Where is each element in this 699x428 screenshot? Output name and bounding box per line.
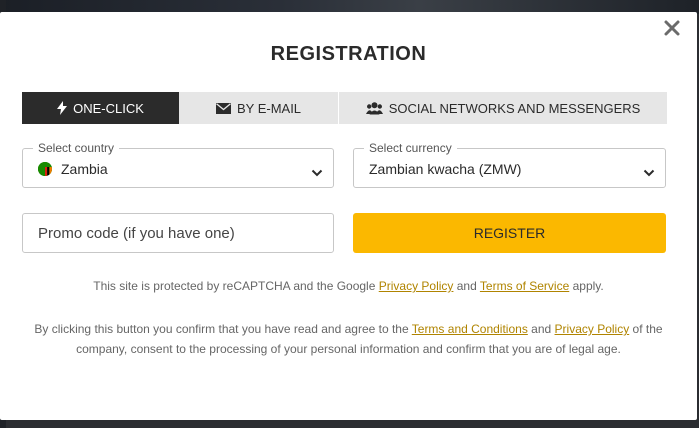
chevron-down-icon bbox=[643, 164, 655, 182]
captcha-suffix: apply. bbox=[569, 279, 604, 293]
country-select-label: Select country bbox=[33, 141, 120, 155]
tab-by-email[interactable]: BY E-MAIL bbox=[179, 92, 338, 124]
terms-of-service-link[interactable]: Terms of Service bbox=[480, 279, 569, 293]
captcha-middle: and bbox=[453, 279, 480, 293]
modal-title: REGISTRATION bbox=[270, 43, 427, 65]
zambia-flag-icon bbox=[38, 162, 52, 176]
tab-social-networks[interactable]: SOCIAL NETWORKS AND MESSENGERS bbox=[339, 92, 667, 124]
privacy-policy-link[interactable]: Privacy Policy bbox=[555, 322, 630, 336]
tab-label: SOCIAL NETWORKS AND MESSENGERS bbox=[388, 100, 641, 116]
tab-one-click[interactable]: ONE-CLICK bbox=[22, 92, 179, 124]
promo-code-input[interactable]: Promo code (if you have one) bbox=[22, 213, 334, 253]
users-icon bbox=[365, 101, 383, 115]
currency-value: Zambian kwacha (ZMW) bbox=[369, 161, 522, 177]
privacy-policy-link[interactable]: Privacy Policy bbox=[379, 279, 454, 293]
currency-select[interactable]: Select currency Zambian kwacha (ZMW) bbox=[353, 141, 666, 188]
consent-prefix: By clicking this button you confirm that… bbox=[34, 322, 412, 336]
close-icon[interactable] bbox=[663, 19, 681, 37]
register-button[interactable]: REGISTER bbox=[353, 213, 666, 253]
tab-label: ONE-CLICK bbox=[73, 100, 144, 116]
lightning-icon bbox=[57, 101, 68, 115]
recaptcha-notice: This site is protected by reCAPTCHA and … bbox=[0, 279, 697, 293]
consent-middle: and bbox=[527, 322, 555, 336]
country-value: Zambia bbox=[61, 161, 108, 177]
registration-tabs: ONE-CLICK BY E-MAIL SOCIAL NETWORKS AND … bbox=[22, 92, 667, 124]
tab-label: BY E-MAIL bbox=[236, 100, 302, 116]
envelope-icon bbox=[215, 102, 231, 114]
currency-select-label: Select currency bbox=[364, 141, 457, 155]
terms-and-conditions-link[interactable]: Terms and Conditions bbox=[412, 322, 528, 336]
registration-modal: REGISTRATION ONE-CLICK BY E-MAIL SOCIAL … bbox=[0, 12, 697, 420]
promo-code-placeholder: Promo code (if you have one) bbox=[38, 225, 235, 242]
country-select[interactable]: Select country Zambia bbox=[22, 141, 334, 188]
captcha-prefix: This site is protected by reCAPTCHA and … bbox=[93, 279, 379, 293]
consent-notice: By clicking this button you confirm that… bbox=[26, 319, 671, 359]
chevron-down-icon bbox=[311, 164, 323, 182]
